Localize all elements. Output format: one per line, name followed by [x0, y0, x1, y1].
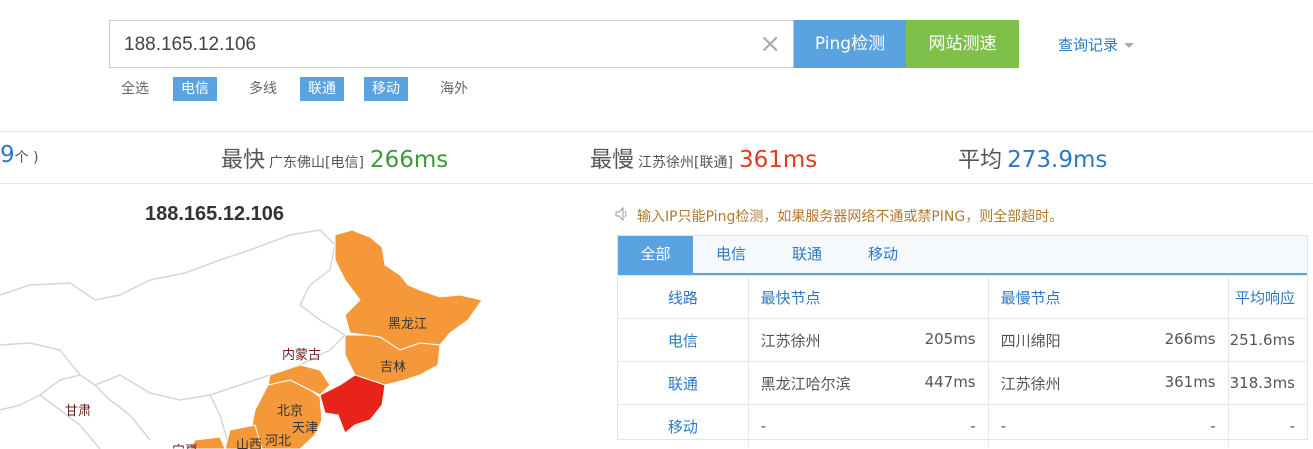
notice: 输入IP只能Ping检测，如果服务器网络不通或禁PING，则全部超时。 [615, 206, 1063, 226]
provinces [189, 229, 483, 449]
history-label: 查询记录 [1058, 36, 1119, 54]
average-label: 平均 [958, 148, 1003, 173]
node-count-unit: 个 ) [14, 150, 39, 166]
slow-ms: - [1210, 417, 1216, 435]
row-avg: 251.6ms [1228, 318, 1307, 362]
notice-text: 输入IP只能Ping检测，如果服务器网络不通或禁PING，则全部超时。 [637, 209, 1064, 225]
slow-ms: 361ms [1164, 372, 1216, 391]
tab-telecom[interactable]: 电信 [693, 236, 769, 273]
fastest-value: 266ms [369, 147, 449, 173]
tab-mobile[interactable]: 移动 [845, 236, 921, 273]
header-slowest: 最慢节点 [988, 275, 1229, 319]
carrier-overseas[interactable]: 海外 [432, 77, 476, 101]
fastest-stat: 最快 广东佛山[电信] 266ms [221, 142, 448, 174]
row-slowest: -- [988, 404, 1229, 447]
label-beijing: 北京 [277, 403, 303, 418]
label-hebei: 河北 [265, 433, 291, 448]
province-heilongjiang [334, 229, 483, 351]
row-line: 移动 [618, 404, 749, 447]
carrier-multiline[interactable]: 多线 [241, 77, 285, 101]
table-row: 电信 江苏徐州 205ms 四川绵阳 266ms 251.6ms [618, 318, 1307, 362]
divider [0, 183, 1313, 184]
fast-node: 江苏徐州 [760, 331, 821, 350]
fastest-label: 最快 [221, 148, 266, 173]
china-map: 黑龙江 吉林 内蒙古 甘肃 北京 天津 河北 山西 宁夏 [0, 229, 483, 449]
label-gansu: 甘肃 [65, 403, 91, 418]
label-jilin: 吉林 [380, 359, 406, 374]
table-header: 线路 最快节点 最慢节点 平均响应 [618, 275, 1307, 319]
label-shanxi: 山西 [236, 437, 262, 449]
ping-button[interactable]: Ping检测 [794, 20, 906, 68]
speaker-icon [615, 206, 629, 225]
header-fastest: 最快节点 [748, 275, 989, 319]
province-liaoning [319, 374, 386, 434]
results-panel: 全部 电信 联通 移动 线路 最快节点 最慢节点 平均响应 电信 江苏徐州 205… [617, 235, 1308, 447]
node-count-value: 9 [0, 142, 15, 168]
table-row: 联通 黑龙江哈尔滨 447ms 江苏徐州 361ms 318.3ms [618, 361, 1307, 405]
header-line: 线路 [618, 275, 749, 319]
slowest-value: 361ms [738, 147, 818, 173]
carrier-mobile[interactable]: 移动 [364, 77, 408, 101]
label-neimenggu: 内蒙古 [282, 347, 321, 362]
row-fastest: 黑龙江哈尔滨 447ms [748, 361, 989, 405]
carrier-telecom[interactable]: 电信 [173, 77, 217, 101]
average-stat: 平均 273.9ms [958, 142, 1107, 174]
divider [0, 131, 1313, 132]
stats-bar: 9个 ) 最快 广东佛山[电信] 266ms 最慢 江苏徐州[联通] 361ms 平均 … [0, 142, 1313, 178]
node-count: 9个 ) [0, 142, 39, 168]
clear-icon[interactable]: × [759, 30, 781, 58]
label-heilongjiang: 黑龙江 [388, 316, 427, 331]
slow-node: - [1000, 417, 1007, 435]
results-table: 线路 最快节点 最慢节点 平均响应 电信 江苏徐州 205ms 四川绵阳 266ms… [618, 275, 1307, 447]
speed-test-button[interactable]: 网站测速 [906, 20, 1019, 68]
fast-ms: 447ms [924, 372, 976, 391]
row-fastest: 江苏徐州 205ms [748, 318, 989, 362]
caret-down-icon [1124, 43, 1135, 48]
carrier-unicom[interactable]: 联通 [300, 77, 344, 101]
slow-node: 四川绵阳 [1000, 331, 1061, 350]
results-tabs: 全部 电信 联通 移动 [618, 236, 1307, 275]
average-value: 273.9ms [1007, 147, 1108, 173]
fastest-location: 广东佛山[电信] [269, 155, 364, 171]
slow-node: 江苏徐州 [1000, 374, 1061, 393]
row-slowest: 四川绵阳 266ms [988, 318, 1229, 362]
fast-ms: - [970, 417, 976, 435]
row-avg: 318.3ms [1228, 361, 1307, 405]
slowest-label: 最慢 [590, 148, 635, 173]
history-dropdown[interactable]: 查询记录 [1058, 34, 1135, 55]
row-fastest: -- [748, 404, 989, 447]
tab-unicom[interactable]: 联通 [769, 236, 845, 273]
slow-ms: 266ms [1164, 329, 1216, 348]
search-input[interactable] [122, 21, 746, 69]
tab-all[interactable]: 全部 [618, 236, 693, 273]
slowest-stat: 最慢 江苏徐州[联通] 361ms [590, 142, 817, 174]
row-avg: - [1228, 404, 1307, 447]
table-row: 移动 -- -- - [618, 404, 1307, 447]
row-slowest: 江苏徐州 361ms [988, 361, 1229, 405]
carrier-all[interactable]: 全选 [113, 77, 157, 101]
fast-node: - [760, 417, 767, 435]
label-ningxia: 宁夏 [172, 443, 198, 449]
fast-ms: 205ms [924, 329, 976, 348]
search-box: × [109, 20, 794, 69]
row-line: 联通 [618, 361, 749, 405]
row-line: 电信 [618, 318, 749, 362]
header-avg: 平均响应 [1228, 275, 1307, 319]
fast-node: 黑龙江哈尔滨 [760, 374, 851, 393]
label-tianjin: 天津 [292, 420, 318, 435]
map-title: 188.165.12.106 [145, 203, 285, 225]
slowest-location: 江苏徐州[联通] [638, 155, 733, 171]
